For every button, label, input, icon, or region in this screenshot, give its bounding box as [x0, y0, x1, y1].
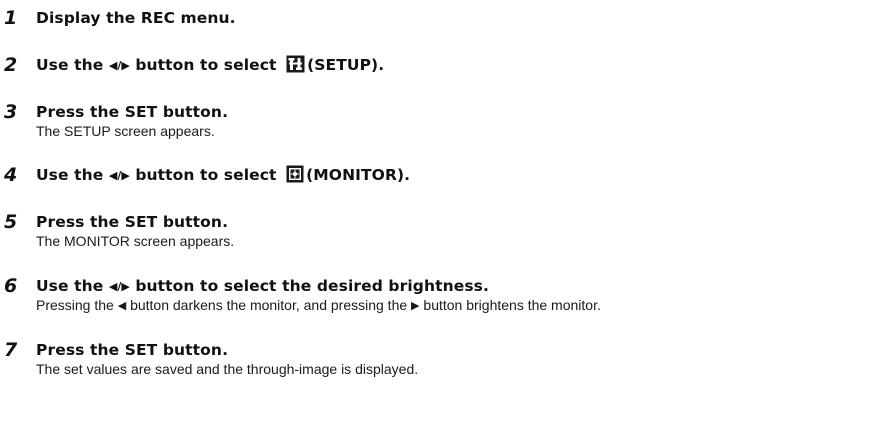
- step-description: The SETUP screen appears.: [36, 123, 215, 139]
- title-text: (SETUP).: [307, 56, 385, 74]
- step-number: 5: [4, 211, 18, 233]
- title-text: Use the: [36, 166, 104, 184]
- step-title: Use the ◀/▶ button to select (MONITOR).: [36, 165, 410, 188]
- step-description: The MONITOR screen appears.: [36, 233, 235, 249]
- title-text: button to select: [135, 56, 277, 74]
- title-text: (MONITOR).: [306, 166, 411, 184]
- title-text: Use the: [36, 56, 104, 74]
- title-text: button to select the desired brightness.: [135, 277, 489, 295]
- step-number: 3: [4, 101, 18, 123]
- title-text: button to select: [135, 166, 277, 184]
- step-number: 4: [4, 164, 18, 186]
- step-title: Use the ◀/▶ button to select the desired…: [36, 276, 489, 297]
- step-title: Use the ◀/▶ button to select (SETUP).: [36, 55, 384, 78]
- setup-wrench-icon: [286, 55, 305, 78]
- step-title: Display the REC menu.: [36, 9, 236, 27]
- left-right-arrows-icon: ◀/▶: [108, 59, 130, 72]
- step-title: Press the SET button.: [36, 341, 229, 359]
- monitor-brightness-icon: [286, 165, 304, 188]
- step-title: Press the SET button.: [36, 103, 229, 121]
- desc-text: button brightens the monitor.: [423, 297, 601, 313]
- step-number: 6: [4, 275, 18, 297]
- left-right-arrows-icon: ◀/▶: [108, 169, 130, 182]
- step-description: The set values are saved and the through…: [36, 361, 419, 377]
- desc-text: button darkens the monitor, and pressing…: [130, 297, 408, 313]
- left-right-arrows-icon: ◀/▶: [108, 280, 130, 293]
- step-number: 1: [4, 7, 18, 29]
- right-arrow-icon: ▶: [411, 300, 420, 312]
- step-description: Pressing the ◀ button darkens the monito…: [36, 296, 601, 315]
- left-arrow-icon: ◀: [117, 300, 127, 312]
- title-text: Use the: [36, 277, 104, 295]
- step-number: 7: [4, 339, 18, 361]
- desc-text: Pressing the: [36, 297, 114, 313]
- step-number: 2: [4, 54, 18, 76]
- step-title: Press the SET button.: [36, 213, 229, 231]
